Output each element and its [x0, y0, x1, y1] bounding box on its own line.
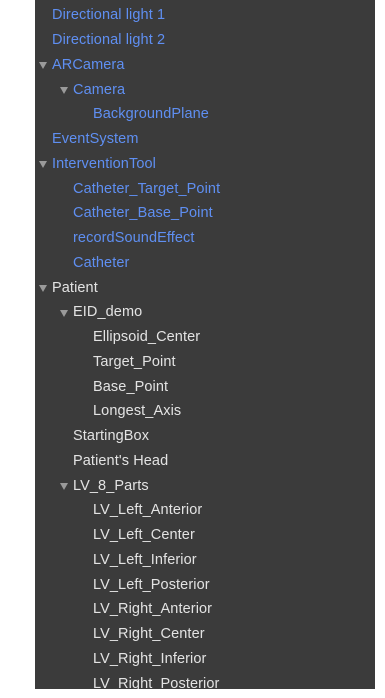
tree-item-label: Base_Point: [93, 378, 169, 395]
tree-item-startingbox[interactable]: StartingBox: [35, 424, 375, 449]
triangle-down-icon[interactable]: [60, 309, 68, 317]
tree-item-backgroundplane[interactable]: BackgroundPlane: [35, 102, 375, 127]
tree-item-label: Directional light 2: [52, 32, 166, 49]
tree-item-label: Catheter: [73, 254, 130, 271]
tree-item-label: EID_demo: [73, 304, 143, 321]
triangle-down-icon[interactable]: [39, 161, 47, 169]
tree-item-label: StartingBox: [73, 428, 150, 445]
tree-item-lv-left-inferior[interactable]: LV_Left_Inferior: [35, 548, 375, 573]
tree-item-patients-head[interactable]: Patient's Head: [35, 449, 375, 474]
tree-item-lv-8-parts[interactable]: LV_8_Parts: [35, 473, 375, 498]
hierarchy-panel: Directional light 1 Directional light 2 …: [35, 0, 375, 689]
tree-item-interventiontool[interactable]: InterventionTool: [35, 152, 375, 177]
panel-border-right: [375, 0, 385, 698]
tree-item-label: LV_Right_Posterior: [93, 675, 220, 689]
tree-item-label: LV_Right_Anterior: [93, 601, 213, 618]
tree-item-lv-right-posterior[interactable]: LV_Right_Posterior: [35, 671, 375, 689]
tree-item-lv-left-posterior[interactable]: LV_Left_Posterior: [35, 572, 375, 597]
tree-item-label: Longest_Axis: [93, 403, 182, 420]
tree-item-label: Ellipsoid_Center: [93, 329, 201, 346]
tree-item-catheter-target-point[interactable]: Catheter_Target_Point: [35, 176, 375, 201]
tree-item-catheter[interactable]: Catheter: [35, 251, 375, 276]
tree-item-label: Catheter_Target_Point: [73, 180, 221, 197]
tree-item-label: Camera: [73, 81, 126, 98]
tree-item-label: LV_Right_Center: [93, 626, 205, 643]
tree-item-label: LV_8_Parts: [73, 477, 149, 494]
tree-item-eid-demo[interactable]: EID_demo: [35, 300, 375, 325]
tree-item-label: InterventionTool: [52, 155, 156, 172]
tree-item-catheter-base-point[interactable]: Catheter_Base_Point: [35, 201, 375, 226]
tree-item-directional-light-2[interactable]: Directional light 2: [35, 28, 375, 53]
triangle-down-icon[interactable]: [39, 285, 47, 293]
triangle-down-icon[interactable]: [39, 62, 47, 70]
tree-item-lv-right-center[interactable]: LV_Right_Center: [35, 622, 375, 647]
tree-item-label: recordSoundEffect: [73, 230, 195, 247]
tree-item-lv-left-anterior[interactable]: LV_Left_Anterior: [35, 498, 375, 523]
tree-item-arcamera[interactable]: ARCamera: [35, 53, 375, 78]
triangle-down-icon[interactable]: [60, 87, 68, 95]
tree-item-ellipsoid-center[interactable]: Ellipsoid_Center: [35, 325, 375, 350]
hierarchy-tree: Directional light 1 Directional light 2 …: [35, 3, 375, 689]
tree-item-eventsystem[interactable]: EventSystem: [35, 127, 375, 152]
tree-item-lv-right-anterior[interactable]: LV_Right_Anterior: [35, 597, 375, 622]
tree-item-label: LV_Right_Inferior: [93, 650, 207, 667]
tree-item-label: Target_Point: [93, 353, 176, 370]
tree-item-camera[interactable]: Camera: [35, 77, 375, 102]
triangle-down-icon[interactable]: [60, 483, 68, 491]
tree-item-target-point[interactable]: Target_Point: [35, 350, 375, 375]
tree-item-label: EventSystem: [52, 131, 139, 148]
tree-item-patient[interactable]: Patient: [35, 275, 375, 300]
tree-item-label: LV_Left_Anterior: [93, 502, 203, 519]
tree-item-label: Directional light 1: [52, 7, 166, 24]
panel-border-bottom: [35, 689, 375, 698]
tree-item-label: ARCamera: [52, 56, 125, 73]
tree-item-base-point[interactable]: Base_Point: [35, 374, 375, 399]
tree-item-label: Patient's Head: [73, 452, 169, 469]
tree-item-label: LV_Left_Inferior: [93, 551, 197, 568]
tree-item-label: Patient: [52, 279, 98, 296]
tree-item-directional-light-1[interactable]: Directional light 1: [35, 3, 375, 28]
tree-item-lv-left-center[interactable]: LV_Left_Center: [35, 523, 375, 548]
tree-item-longest-axis[interactable]: Longest_Axis: [35, 399, 375, 424]
tree-item-label: LV_Left_Center: [93, 527, 195, 544]
tree-item-label: BackgroundPlane: [93, 106, 209, 123]
tree-item-label: Catheter_Base_Point: [73, 205, 213, 222]
tree-item-label: LV_Left_Posterior: [93, 576, 210, 593]
tree-item-recordsoundeffect[interactable]: recordSoundEffect: [35, 226, 375, 251]
tree-item-lv-right-inferior[interactable]: LV_Right_Inferior: [35, 647, 375, 672]
